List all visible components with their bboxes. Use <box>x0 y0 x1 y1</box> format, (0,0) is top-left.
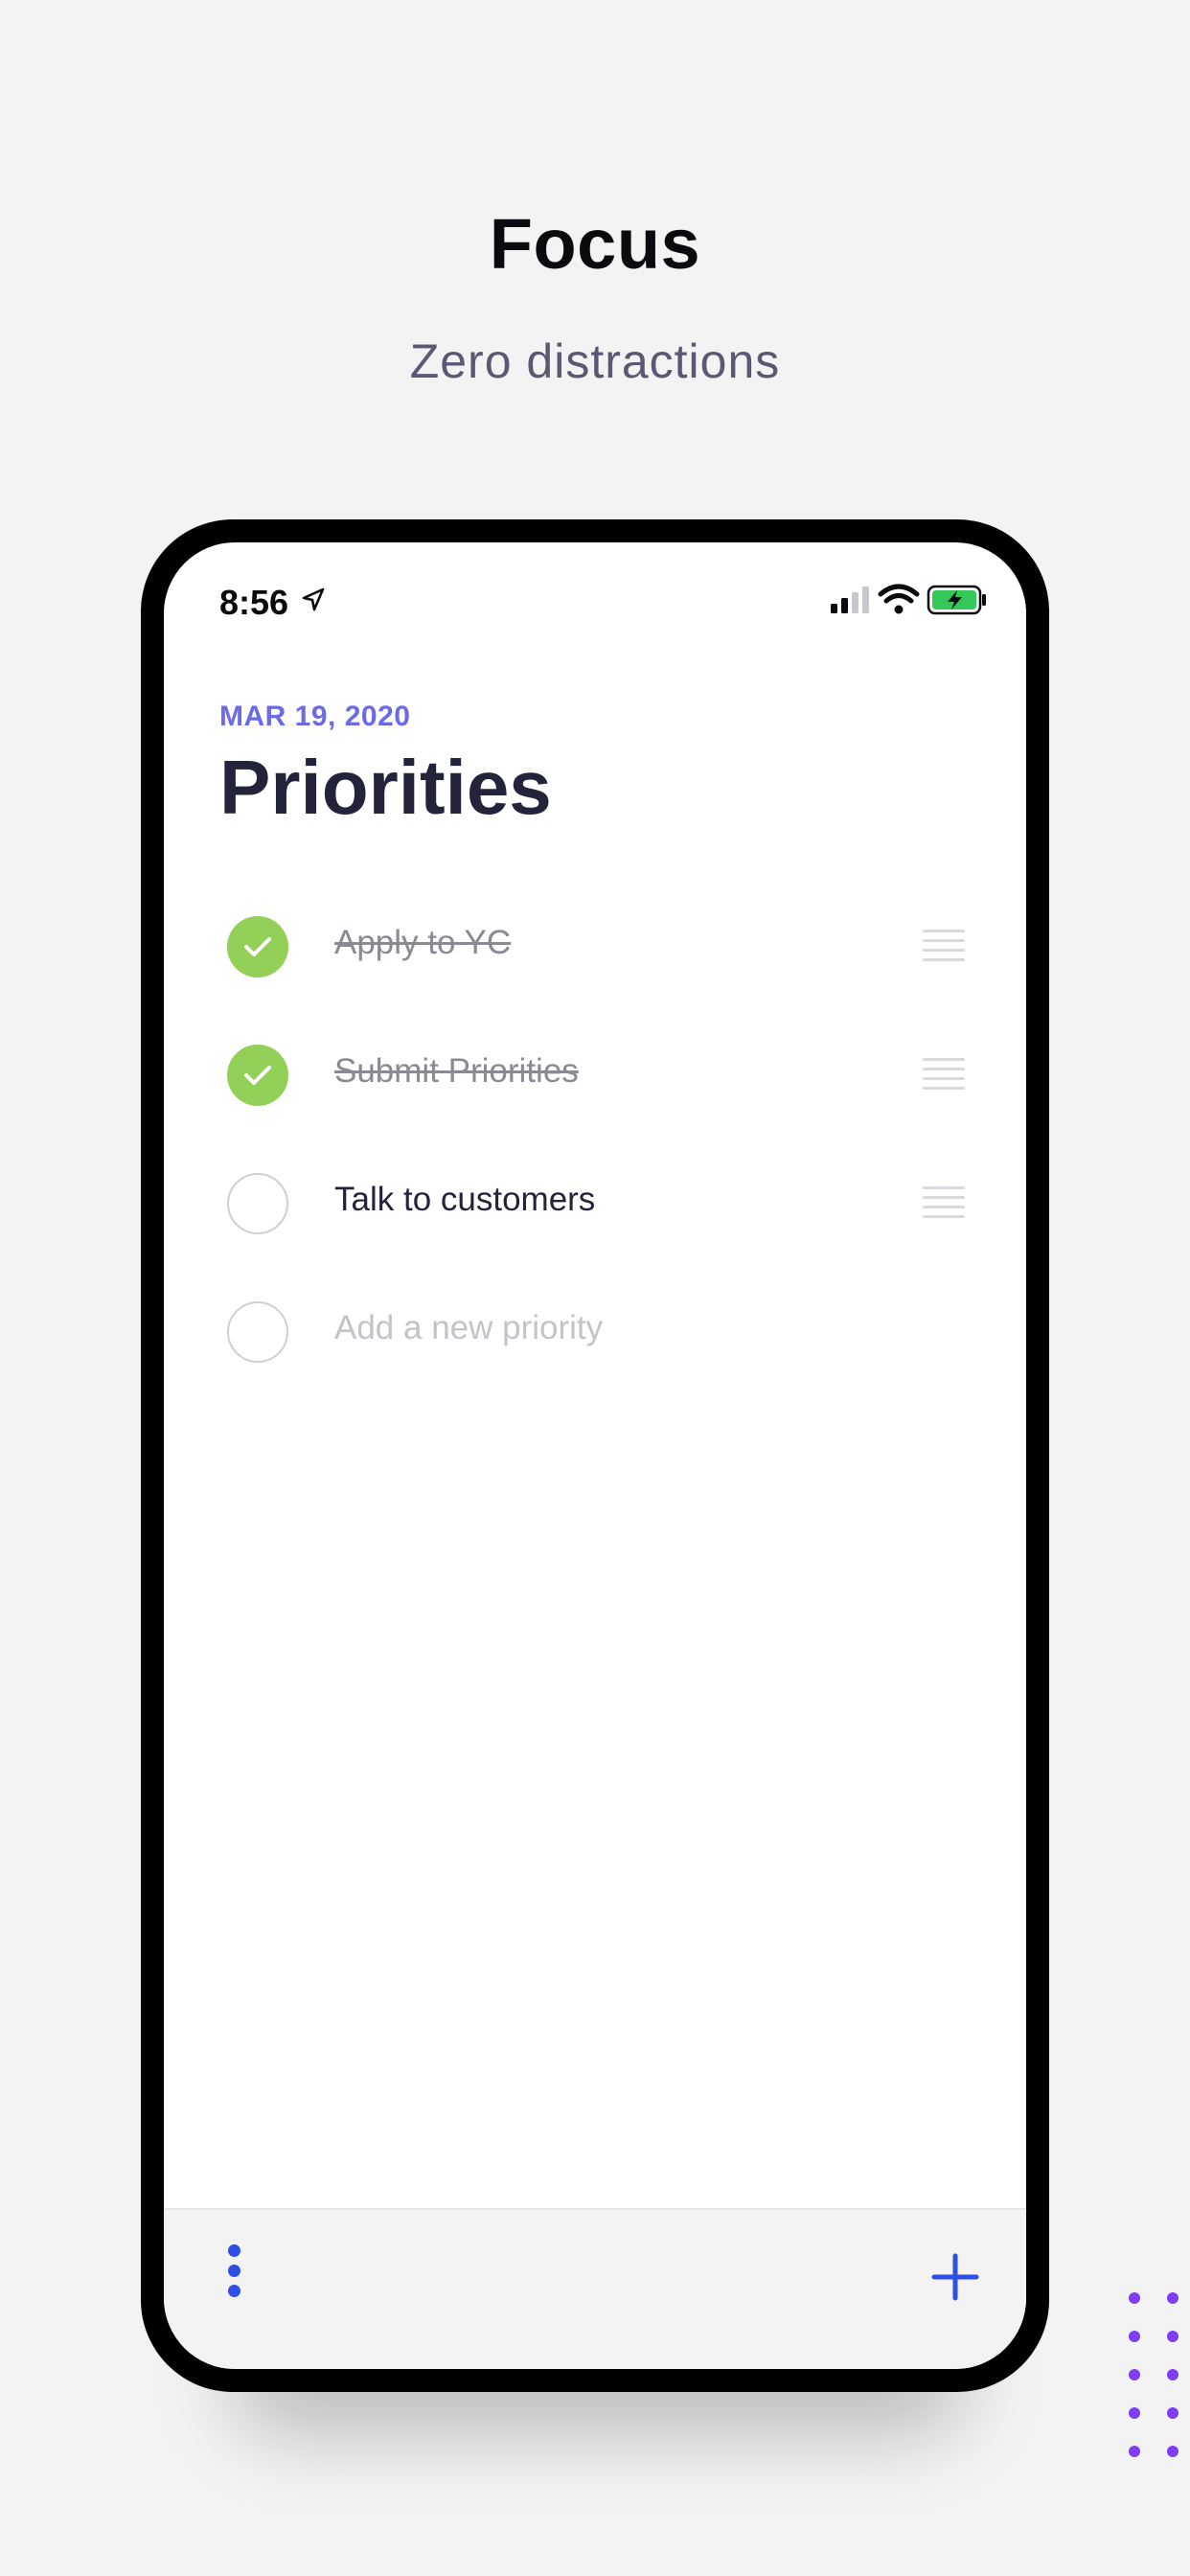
drag-handle-icon[interactable] <box>923 930 965 964</box>
checkmark-icon <box>244 1066 271 1085</box>
priority-label[interactable]: Talk to customers <box>334 1181 595 1219</box>
location-arrow-icon <box>302 587 325 611</box>
drag-handle-icon[interactable] <box>923 1186 965 1221</box>
priority-item[interactable]: Submit Priorities <box>164 1012 1026 1140</box>
plus-icon[interactable] <box>927 2248 984 2306</box>
bottom-toolbar <box>164 2208 1026 2369</box>
priority-label[interactable]: Submit Priorities <box>334 1052 579 1091</box>
dots-decoration <box>1123 2292 1190 2484</box>
marketing-title: Focus <box>489 204 701 284</box>
priority-list: Apply to YC Submit Priorities Talk to cu… <box>164 884 1026 1397</box>
completed-checkbox[interactable] <box>227 916 288 978</box>
completed-checkbox[interactable] <box>227 1045 288 1106</box>
incomplete-checkbox[interactable] <box>227 1173 288 1234</box>
marketing-subtitle: Zero distractions <box>409 334 781 388</box>
new-priority-row[interactable]: Add a new priority <box>164 1269 1026 1397</box>
app-screen: 8:56 MAR 19, 2020 Priorities Apply to YC… <box>164 542 1026 2369</box>
battery-charging-icon <box>927 585 986 615</box>
date-label: MAR 19, 2020 <box>219 701 411 732</box>
drag-handle-icon[interactable] <box>923 1058 965 1092</box>
checkmark-icon <box>244 937 271 956</box>
page-title: Priorities <box>219 745 552 830</box>
priority-label[interactable]: Apply to YC <box>334 924 511 962</box>
new-priority-input[interactable]: Add a new priority <box>334 1309 603 1347</box>
status-icons <box>831 584 986 615</box>
new-priority-checkbox <box>227 1301 288 1363</box>
phone-frame: 8:56 MAR 19, 2020 Priorities Apply to YC… <box>141 519 1049 2392</box>
more-vertical-icon[interactable] <box>219 2244 248 2312</box>
wifi-icon <box>878 584 920 614</box>
status-time: 8:56 <box>219 583 289 622</box>
priority-item[interactable]: Talk to customers <box>164 1140 1026 1269</box>
signal-icon <box>831 586 869 613</box>
priority-item[interactable]: Apply to YC <box>164 884 1026 1012</box>
